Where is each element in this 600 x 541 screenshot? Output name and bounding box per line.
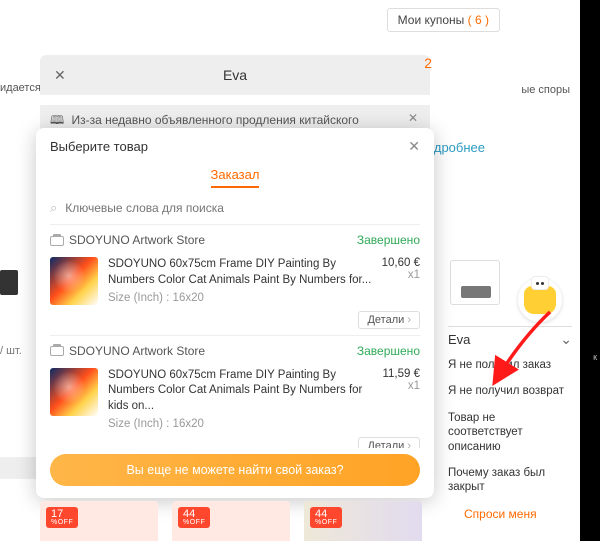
order-status: Завершено — [357, 344, 420, 358]
product-qty: x1 — [382, 380, 420, 392]
bg-text-right: ые споры — [521, 84, 570, 96]
details-label: Детали — [367, 440, 404, 448]
order-row[interactable]: SDOYUNO 60x75cm Frame DIY Painting By Nu… — [36, 249, 434, 309]
search-icon: ⌕ — [50, 200, 57, 216]
black-sidebar — [580, 0, 600, 541]
chat-close-icon[interactable]: ✕ — [54, 67, 66, 84]
off-label: %OFF — [183, 519, 205, 526]
count-two: 2 — [424, 55, 432, 71]
store-name: SDOYUNO Artwork Store — [69, 233, 205, 247]
my-coupons-button[interactable]: Мои купоны ( 6 ) — [387, 8, 500, 32]
coupons-label: Мои купоны — [398, 13, 465, 27]
off-label: %OFF — [51, 519, 73, 526]
product-size: Size (Inch) : 16x20 — [108, 291, 372, 307]
modal-close-icon[interactable]: ✕ — [408, 138, 420, 155]
product-thumbnail — [50, 368, 98, 416]
eva-side-panel: Eva ⌄ Я не получил заказ Я не получил во… — [448, 326, 572, 521]
units-label: / шт. — [0, 345, 22, 357]
details-label: Детали — [367, 314, 404, 326]
eva-option-not-received-order[interactable]: Я не получил заказ — [448, 352, 572, 378]
eva-panel-title: Eva — [448, 332, 470, 347]
modal-search[interactable]: ⌕ — [50, 196, 420, 225]
promo-tile[interactable]: 44%OFF — [172, 501, 290, 541]
search-input[interactable] — [65, 201, 420, 215]
product-title: SDOYUNO 60x75cm Frame DIY Painting By Nu… — [108, 257, 372, 288]
avatar-body — [524, 286, 556, 314]
product-qty: x1 — [382, 269, 420, 281]
order-row[interactable]: SDOYUNO 60x75cm Frame DIY Painting By Nu… — [36, 360, 434, 435]
store-row[interactable]: SDOYUNO Artwork Store Завершено — [36, 225, 434, 249]
bg-thumb — [0, 270, 18, 295]
product-thumbnail — [50, 257, 98, 305]
product-size: Size (Inch) : 16x20 — [108, 417, 372, 433]
black-letter: к — [593, 352, 597, 362]
product-title: SDOYUNO 60x75cm Frame DIY Painting By Nu… — [108, 368, 372, 415]
chevron-down-icon: ⌄ — [560, 331, 572, 348]
select-product-modal: Выберите товар ✕ Заказал ⌕ SDOYUNO Artwo… — [36, 128, 434, 498]
banner-close-icon[interactable]: ✕ — [408, 111, 418, 125]
bg-text-left: идается — [0, 82, 41, 94]
modal-header: Выберите товар ✕ — [36, 128, 434, 165]
avatar-head — [531, 276, 549, 290]
tab-ordered[interactable]: Заказал — [211, 167, 260, 188]
product-preview — [450, 260, 500, 305]
modal-tabs: Заказал — [36, 165, 434, 196]
eva-ask-me-link[interactable]: Спроси меня — [448, 501, 572, 521]
assistant-avatar[interactable] — [518, 278, 562, 322]
off-label: %OFF — [315, 519, 337, 526]
promo-tile[interactable]: 17%OFF — [40, 501, 158, 541]
eva-option-why-closed[interactable]: Почему заказ был закрыт — [448, 460, 572, 501]
discount-badge: 44%OFF — [310, 507, 342, 528]
store-icon — [50, 346, 64, 356]
eva-option-not-as-described[interactable]: Товар не соответствует описанию — [448, 405, 572, 460]
product-price: 11,59 € — [382, 368, 420, 380]
cant-find-order-button[interactable]: Вы еще не можете найти свой заказ? — [50, 454, 420, 486]
discount-badge: 17%OFF — [46, 507, 78, 528]
order-list: SDOYUNO Artwork Store Завершено SDOYUNO … — [36, 225, 434, 448]
coupons-count: ( 6 ) — [468, 13, 489, 27]
details-button[interactable]: Детали › — [358, 437, 420, 448]
promo-tiles: 17%OFF 44%OFF 44%OFF — [40, 501, 422, 541]
store-name: SDOYUNO Artwork Store — [69, 344, 205, 358]
chat-banner-text: Из-за недавно объявленного продления кит… — [72, 113, 359, 127]
discount-badge: 44%OFF — [178, 507, 210, 528]
chevron-right-icon: › — [407, 314, 411, 326]
promo-tile[interactable]: 44%OFF — [304, 501, 422, 541]
product-price: 10,60 € — [382, 257, 420, 269]
store-row[interactable]: SDOYUNO Artwork Store Завершено — [36, 336, 434, 360]
store-icon — [50, 236, 64, 246]
chat-header: ✕ Eva 2 — [40, 55, 430, 95]
eva-option-not-received-refund[interactable]: Я не получил возврат — [448, 378, 572, 404]
details-button[interactable]: Детали › — [358, 311, 420, 329]
order-status: Завершено — [357, 233, 420, 247]
modal-title: Выберите товар — [50, 139, 148, 154]
chevron-right-icon: › — [407, 440, 411, 448]
chat-title: Eva — [223, 67, 247, 83]
eva-panel-header[interactable]: Eva ⌄ — [448, 326, 572, 352]
